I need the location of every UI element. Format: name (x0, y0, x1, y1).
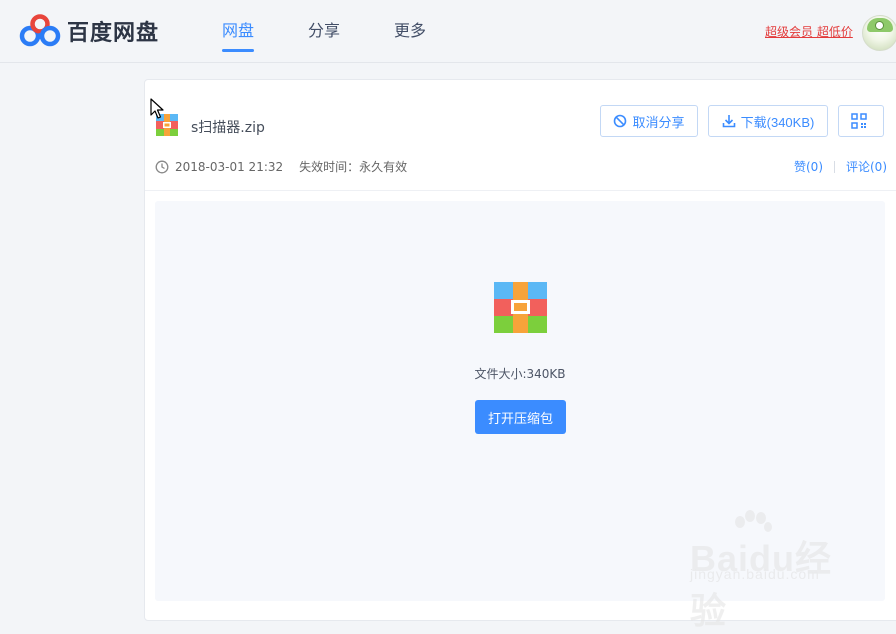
brand-logo[interactable]: 百度网盘 (19, 14, 159, 48)
file-name[interactable]: s扫描器.zip (191, 117, 265, 137)
brand-name: 百度网盘 (67, 21, 160, 46)
feedback-separator (834, 160, 835, 173)
nav-item-share[interactable]: 分享 (308, 0, 340, 62)
user-avatar[interactable] (862, 15, 896, 51)
watermark-url: jingyan.baidu.com (690, 566, 820, 582)
feedback-links: 赞(0) 评论(0) (794, 158, 887, 175)
card-divider (145, 190, 896, 191)
nav-item-netdisk[interactable]: 网盘 (222, 0, 255, 62)
like-link[interactable]: 赞(0) (794, 158, 823, 175)
share-meta: 2018-03-01 21:32 失效时间：永久有效 (155, 158, 407, 175)
download-button[interactable]: 下载(340KB) (708, 105, 828, 137)
clock-icon (155, 160, 169, 173)
baidu-jingyan-watermark: Baidu经验 jingyan.baidu.com (686, 510, 856, 631)
nav-item-more[interactable]: 更多 (394, 0, 426, 62)
comment-link[interactable]: 评论(0) (846, 158, 887, 175)
qrcode-icon (850, 113, 867, 129)
share-date: 2018-03-01 21:32 (175, 159, 284, 174)
main-nav: 网盘 分享 更多 (222, 0, 480, 62)
expiry-text: 失效时间：永久有效 (299, 160, 408, 174)
watermark-title: Baidu经验 (690, 538, 833, 631)
cancel-share-label: 取消分享 (632, 114, 685, 130)
download-icon (722, 115, 735, 128)
avatar-eye (875, 21, 884, 30)
cancel-share-button[interactable]: 取消分享 (600, 105, 698, 137)
super-vip-promo-link[interactable]: 超级会员 超低价 (765, 23, 853, 40)
file-size-text: 文件大小:340KB (474, 367, 566, 381)
mouse-cursor-icon (150, 98, 164, 119)
top-header: 百度网盘 网盘 分享 更多 超级会员 超低价 (0, 0, 896, 63)
download-label: 下载(340KB) (740, 114, 815, 130)
baidu-cloud-logo-icon (19, 14, 61, 47)
qrcode-button[interactable] (838, 105, 884, 137)
open-archive-button[interactable]: 打开压缩包 (475, 400, 566, 434)
forbidden-icon (614, 114, 627, 128)
zip-archive-icon (494, 282, 547, 333)
